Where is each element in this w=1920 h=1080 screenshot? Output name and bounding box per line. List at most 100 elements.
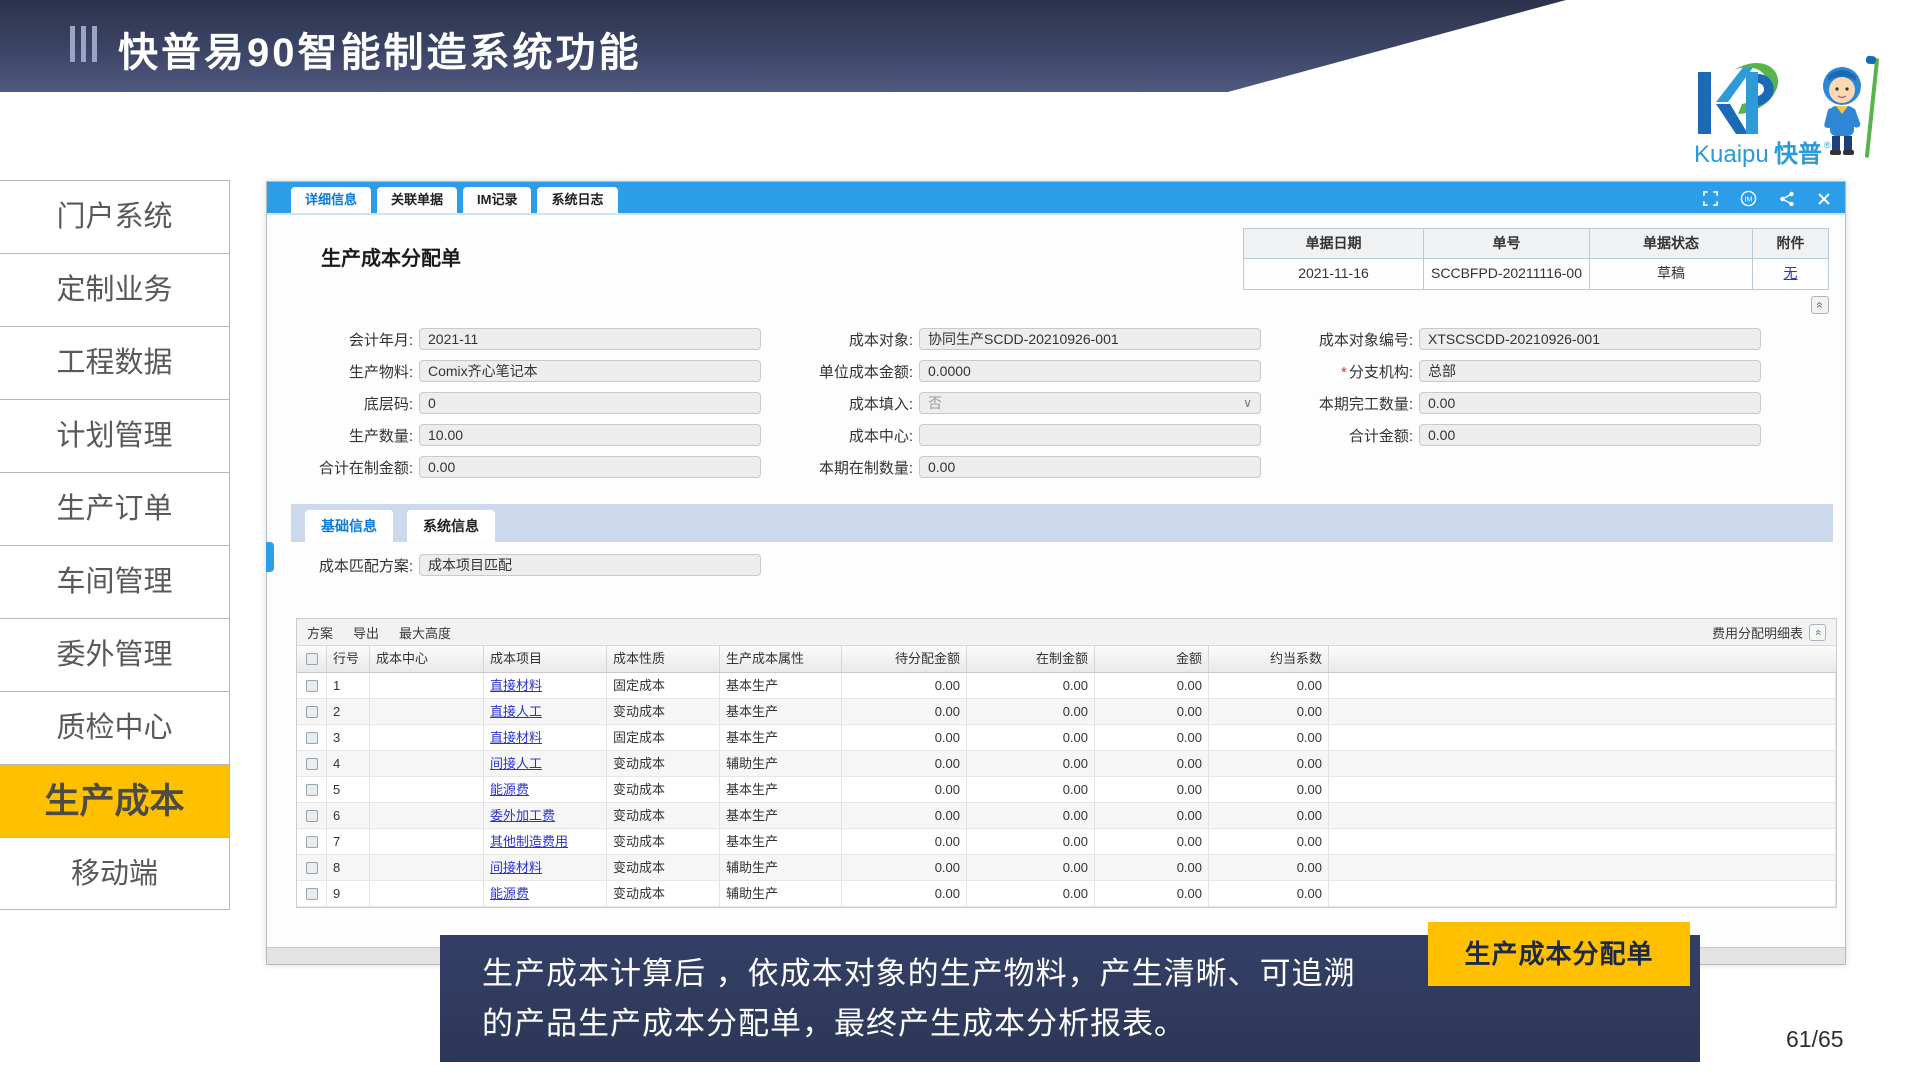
field-label: 成本中心: bbox=[763, 425, 913, 446]
grid-column-header[interactable]: 生产成本属性 bbox=[720, 646, 842, 672]
svg-text:®: ® bbox=[1824, 140, 1831, 150]
field-input[interactable]: 0.00 bbox=[919, 456, 1261, 478]
doc-info-value: 2021-11-16 bbox=[1244, 259, 1424, 289]
field-input[interactable]: 总部 bbox=[1419, 360, 1761, 382]
field-input[interactable]: 10.00 bbox=[419, 424, 761, 446]
grid-column-header[interactable]: 金额 bbox=[1095, 646, 1209, 672]
field-input[interactable]: 2021-11 bbox=[419, 328, 761, 350]
grid-column-header[interactable]: 约当系数 bbox=[1209, 646, 1329, 672]
row-checkbox[interactable] bbox=[297, 699, 327, 724]
cost-item-link[interactable]: 其他制造费用 bbox=[490, 834, 568, 849]
cost-item-link[interactable]: 直接材料 bbox=[490, 678, 542, 693]
form-field-row: 本期完工数量:0.00 bbox=[1263, 392, 1761, 414]
row-checkbox[interactable] bbox=[297, 777, 327, 802]
grid-toolbar-right-label: 费用分配明细表 bbox=[1712, 623, 1803, 642]
sub-tab[interactable]: 系统信息 bbox=[407, 510, 495, 542]
grid-row-filler bbox=[1329, 803, 1836, 828]
sidebar-item[interactable]: 委外管理 bbox=[0, 618, 229, 691]
field-input[interactable]: 协同生产SCDD-20210926-001 bbox=[919, 328, 1261, 350]
row-checkbox[interactable] bbox=[297, 855, 327, 880]
select-all-checkbox[interactable] bbox=[297, 646, 327, 672]
share-icon[interactable] bbox=[1779, 191, 1795, 207]
expand-icon[interactable] bbox=[1703, 191, 1718, 206]
cost-item-link[interactable]: 委外加工费 bbox=[490, 808, 555, 823]
grid-cell: 4 bbox=[327, 751, 370, 776]
titlebar-tab[interactable]: 关联单据 bbox=[377, 187, 457, 213]
field-input[interactable]: 0 bbox=[419, 392, 761, 414]
grid-column-header[interactable]: 成本项目 bbox=[484, 646, 607, 672]
sidebar: 门户系统定制业务工程数据计划管理生产订单车间管理委外管理质检中心生产成本移动端 bbox=[0, 180, 230, 910]
field-input[interactable]: 0.00 bbox=[419, 456, 761, 478]
form-field-row: 本期在制数量:0.00 bbox=[763, 456, 1261, 478]
sidebar-item[interactable]: 计划管理 bbox=[0, 399, 229, 472]
row-checkbox[interactable] bbox=[297, 803, 327, 828]
titlebar-tab[interactable]: IM记录 bbox=[463, 187, 531, 213]
cost-item-link[interactable]: 直接材料 bbox=[490, 730, 542, 745]
form-column-3: 成本对象编号:XTSCSCDD-20210926-001*分支机构:总部本期完工… bbox=[1263, 328, 1761, 446]
window-titlebar: 详细信息关联单据IM记录系统日志 IM bbox=[267, 182, 1845, 215]
grid-column-header[interactable]: 在制金额 bbox=[967, 646, 1095, 672]
sidebar-item[interactable]: 移动端 bbox=[0, 837, 229, 910]
sidebar-item[interactable]: 生产订单 bbox=[0, 472, 229, 545]
field-label: 生产物料: bbox=[273, 361, 413, 382]
form-field-row: 成本对象编号:XTSCSCDD-20210926-001 bbox=[1263, 328, 1761, 350]
grid-column-header[interactable]: 待分配金额 bbox=[842, 646, 967, 672]
sidebar-item[interactable]: 车间管理 bbox=[0, 545, 229, 618]
field-input[interactable]: Comix齐心笔记本 bbox=[419, 360, 761, 382]
svg-text:IM: IM bbox=[1745, 195, 1753, 203]
row-checkbox[interactable] bbox=[297, 751, 327, 776]
sidebar-item-active[interactable]: 生产成本 bbox=[0, 764, 229, 837]
grid-toolbar-link[interactable]: 最大高度 bbox=[399, 623, 451, 642]
cost-item-link[interactable]: 能源费 bbox=[490, 886, 529, 901]
mascot-icon bbox=[1823, 55, 1879, 157]
row-checkbox[interactable] bbox=[297, 881, 327, 906]
grid-column-header[interactable]: 行号 bbox=[327, 646, 370, 672]
grid-cell: 0.00 bbox=[842, 751, 967, 776]
sidebar-item[interactable]: 工程数据 bbox=[0, 326, 229, 399]
close-icon[interactable] bbox=[1817, 192, 1831, 206]
grid-column-header[interactable]: 成本性质 bbox=[607, 646, 720, 672]
grid-cell: 3 bbox=[327, 725, 370, 750]
required-asterisk: * bbox=[1341, 364, 1347, 381]
sub-tab[interactable]: 基础信息 bbox=[305, 510, 393, 542]
grid-toolbar-link[interactable]: 导出 bbox=[353, 623, 379, 642]
table-row: 3直接材料固定成本基本生产0.000.000.000.00 bbox=[297, 725, 1836, 751]
row-checkbox[interactable] bbox=[297, 725, 327, 750]
sidebar-item[interactable]: 门户系统 bbox=[0, 180, 229, 253]
grid-cell: 0.00 bbox=[1095, 777, 1209, 802]
grid-column-header[interactable]: 成本中心 bbox=[370, 646, 484, 672]
field-select[interactable]: 否∨ bbox=[919, 392, 1261, 414]
field-input[interactable]: 0.00 bbox=[1419, 392, 1761, 414]
doc-info-header: 单据状态 bbox=[1590, 229, 1753, 259]
field-input[interactable]: XTSCSCDD-20210926-001 bbox=[1419, 328, 1761, 350]
collapse-header-button[interactable]: « bbox=[1811, 296, 1829, 314]
table-row: 1直接材料固定成本基本生产0.000.000.000.00 bbox=[297, 673, 1836, 699]
grid-cell bbox=[370, 855, 484, 880]
field-input[interactable]: 0.00 bbox=[1419, 424, 1761, 446]
doc-info-header: 单据日期 bbox=[1244, 229, 1424, 259]
grid-body: 1直接材料固定成本基本生产0.000.000.000.002直接人工变动成本基本… bbox=[297, 673, 1836, 907]
im-icon[interactable]: IM bbox=[1740, 190, 1757, 207]
cost-item-link[interactable]: 间接材料 bbox=[490, 860, 542, 875]
grid-cell: 0.00 bbox=[967, 725, 1095, 750]
field-input[interactable]: 0.0000 bbox=[919, 360, 1261, 382]
detail-grid-panel: 方案 导出 最大高度 费用分配明细表 « 行号成本中心成本项目成本性质生产成本属性待… bbox=[296, 618, 1837, 908]
cost-item-link[interactable]: 直接人工 bbox=[490, 704, 542, 719]
sidebar-item[interactable]: 定制业务 bbox=[0, 253, 229, 326]
collapse-grid-button[interactable]: « bbox=[1809, 624, 1826, 641]
grid-cell: 变动成本 bbox=[607, 699, 720, 724]
match-field-input[interactable]: 成本项目匹配 bbox=[419, 554, 761, 576]
cost-item-link[interactable]: 能源费 bbox=[490, 782, 529, 797]
titlebar-tab[interactable]: 系统日志 bbox=[537, 187, 617, 213]
field-input[interactable] bbox=[919, 424, 1261, 446]
row-checkbox[interactable] bbox=[297, 829, 327, 854]
grid-toolbar-link[interactable]: 方案 bbox=[307, 623, 333, 642]
titlebar-tab[interactable]: 详细信息 bbox=[291, 187, 371, 213]
sidebar-item[interactable]: 质检中心 bbox=[0, 691, 229, 764]
attachment-link[interactable]: 无 bbox=[1753, 259, 1828, 289]
grid-cell: 0.00 bbox=[842, 699, 967, 724]
grid-cell: 0.00 bbox=[1209, 803, 1329, 828]
doc-info-header: 附件 bbox=[1753, 229, 1828, 259]
row-checkbox[interactable] bbox=[297, 673, 327, 698]
cost-item-link[interactable]: 间接人工 bbox=[490, 756, 542, 771]
